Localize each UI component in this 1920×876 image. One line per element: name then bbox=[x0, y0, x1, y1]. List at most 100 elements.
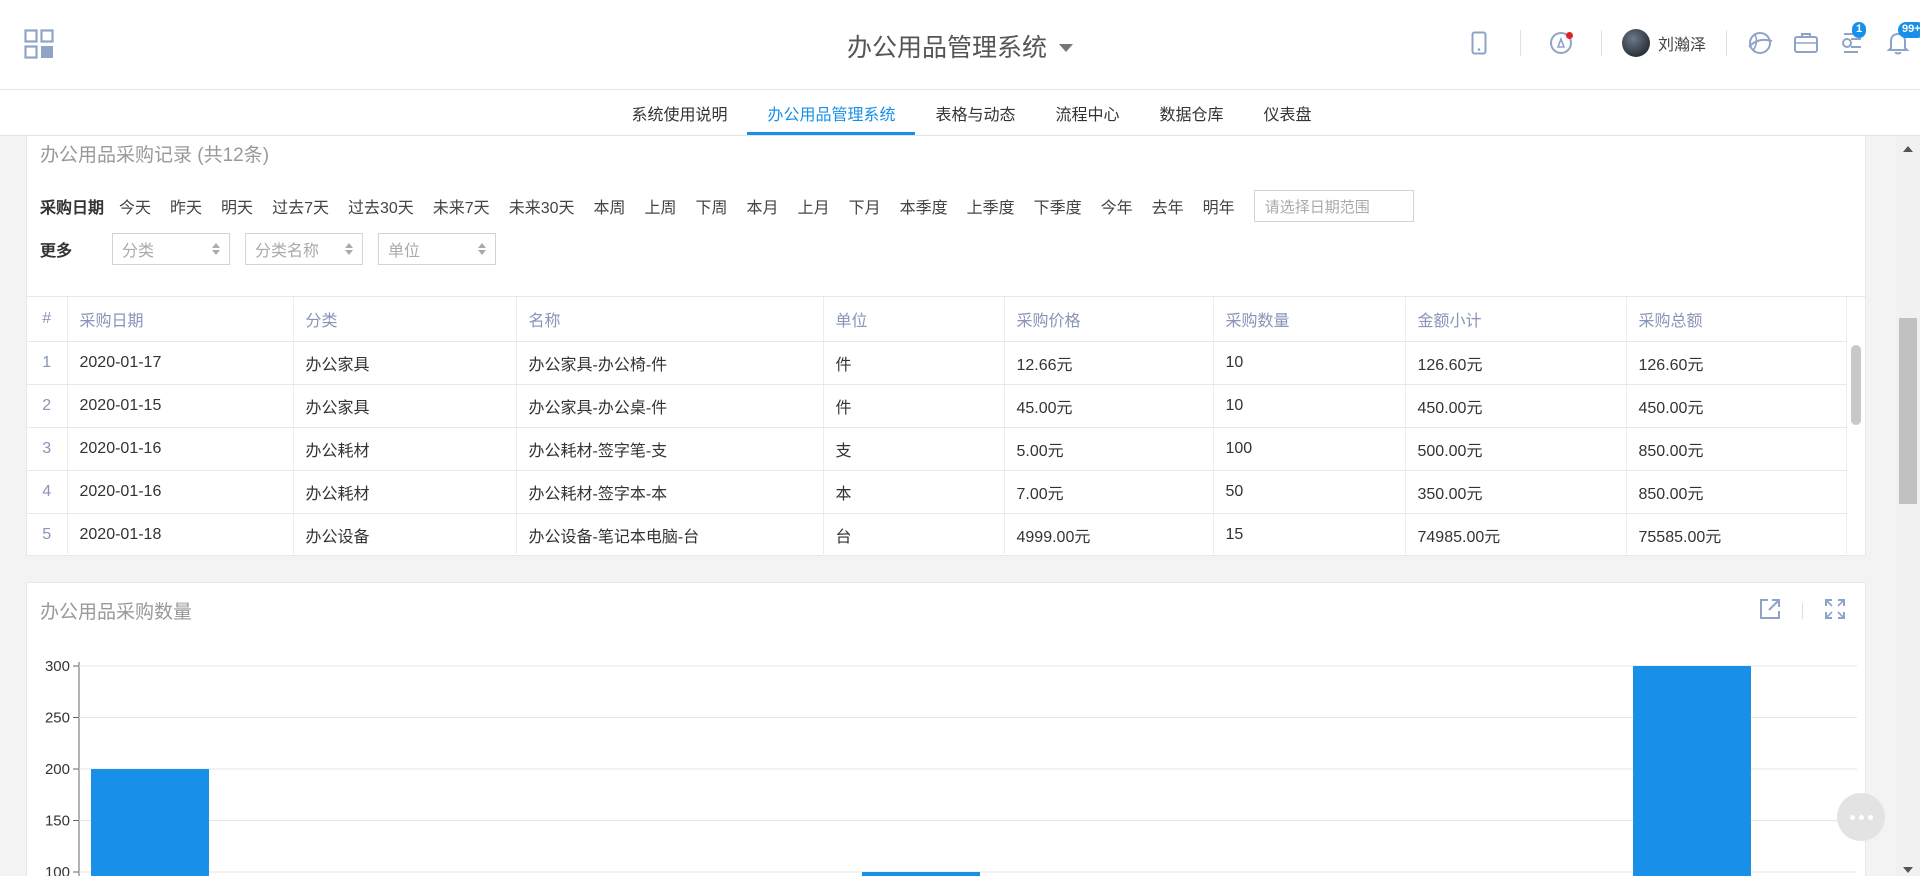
range-today[interactable]: 今天 bbox=[119, 194, 151, 218]
purchase-quantity-chart: 300 250 200 150 100 bbox=[45, 658, 1857, 876]
open-external-icon[interactable] bbox=[1758, 597, 1782, 625]
table-cell: 12.66元 bbox=[1004, 341, 1214, 385]
purchase-quantity-panel: 办公用品采购数量 300 250 200 150 100 bbox=[26, 582, 1866, 876]
scroll-up-icon[interactable] bbox=[1903, 146, 1913, 152]
nav-tabs: 系统使用说明 办公用品管理系统 表格与动态 流程中心 数据仓库 仪表盘 bbox=[611, 90, 1331, 135]
range-next-year[interactable]: 明年 bbox=[1203, 194, 1235, 218]
row-index: 5 bbox=[27, 513, 68, 554]
table-cell: 2020-01-16 bbox=[67, 427, 294, 471]
table-row[interactable]: 2 2020-01-15 办公家具 办公家具-办公桌-件 件 45.00元 10… bbox=[27, 384, 1847, 428]
column-header[interactable]: 分类 bbox=[293, 297, 517, 342]
column-header[interactable]: 采购价格 bbox=[1004, 297, 1214, 342]
range-this-week[interactable]: 本周 bbox=[594, 194, 626, 218]
row-index: 3 bbox=[27, 427, 68, 471]
column-header[interactable]: 采购总额 bbox=[1626, 297, 1847, 342]
range-next-7[interactable]: 未来7天 bbox=[433, 194, 490, 218]
notifications-badge: 99+ bbox=[1898, 22, 1920, 38]
range-past-30[interactable]: 过去30天 bbox=[348, 194, 414, 218]
column-header[interactable]: 金额小计 bbox=[1405, 297, 1627, 342]
unit-select[interactable]: 单位 bbox=[378, 233, 497, 265]
column-header[interactable]: 单位 bbox=[823, 297, 1005, 342]
table-cell: 350.00元 bbox=[1405, 470, 1627, 514]
range-next-quarter[interactable]: 下季度 bbox=[1034, 194, 1082, 218]
range-last-year[interactable]: 去年 bbox=[1152, 194, 1184, 218]
tab-dashboard[interactable]: 仪表盘 bbox=[1244, 90, 1332, 135]
table-cell: 本 bbox=[823, 470, 1005, 514]
records-table-container[interactable]: # 采购日期 分类 名称 单位 采购价格 采购数量 金额小计 采购总额 1 20… bbox=[27, 296, 1865, 554]
table-cell: 15 bbox=[1213, 513, 1406, 554]
avatar bbox=[1622, 29, 1650, 57]
scroll-down-icon[interactable] bbox=[1903, 867, 1913, 873]
table-row[interactable]: 4 2020-01-16 办公耗材 办公耗材-签字本-本 本 7.00元 50 … bbox=[27, 470, 1847, 514]
tab-workflow[interactable]: 流程中心 bbox=[1036, 90, 1140, 135]
table-cell: 500.00元 bbox=[1405, 427, 1627, 471]
table-cell: 办公设备-笔记本电脑-台 bbox=[516, 513, 824, 554]
date-filter-row: 采购日期 今天 昨天 明天 过去7天 过去30天 未来7天 未来30天 本周 上… bbox=[40, 190, 1414, 222]
table-cell: 10 bbox=[1213, 384, 1406, 428]
tab-guide[interactable]: 系统使用说明 bbox=[611, 90, 747, 135]
dot-icon bbox=[1849, 814, 1855, 820]
page-scrollbar-thumb[interactable] bbox=[1899, 318, 1917, 504]
range-this-year[interactable]: 今年 bbox=[1101, 194, 1133, 218]
table-cell: 办公家具 bbox=[293, 384, 517, 428]
range-last-month[interactable]: 上月 bbox=[798, 194, 830, 218]
table-cell: 办公家具-办公椅-件 bbox=[516, 341, 824, 385]
table-cell: 办公耗材 bbox=[293, 470, 517, 514]
table-row[interactable]: 3 2020-01-16 办公耗材 办公耗材-签字笔-支 支 5.00元 100… bbox=[27, 427, 1847, 471]
category-name-select[interactable]: 分类名称 bbox=[245, 233, 364, 265]
range-past-7[interactable]: 过去7天 bbox=[272, 194, 329, 218]
category-select-placeholder: 分类 bbox=[122, 243, 155, 260]
table-cell: 2020-01-18 bbox=[67, 513, 294, 554]
table-row[interactable]: 1 2020-01-17 办公家具 办公家具-办公椅-件 件 12.66元 10… bbox=[27, 341, 1847, 385]
earth-icon[interactable] bbox=[1745, 28, 1775, 58]
more-actions-button[interactable] bbox=[1837, 793, 1885, 841]
chart-bar[interactable] bbox=[862, 872, 980, 876]
range-last-week[interactable]: 上周 bbox=[645, 194, 677, 218]
table-cell: 100 bbox=[1213, 427, 1406, 471]
range-yesterday[interactable]: 昨天 bbox=[170, 194, 202, 218]
table-cell: 126.60元 bbox=[1626, 341, 1847, 385]
tasks-icon[interactable]: 1 bbox=[1837, 22, 1867, 58]
bell-icon[interactable]: 99+ bbox=[1883, 22, 1920, 58]
table-cell: 4999.00元 bbox=[1004, 513, 1214, 554]
table-cell: 办公家具-办公桌-件 bbox=[516, 384, 824, 428]
table-cell: 850.00元 bbox=[1626, 427, 1847, 471]
range-this-month[interactable]: 本月 bbox=[747, 194, 779, 218]
tab-office-supplies[interactable]: 办公用品管理系统 bbox=[747, 90, 916, 135]
app-header: 办公用品管理系统 刘瀚泽 1 99+ bbox=[0, 0, 1920, 90]
date-filter-label: 采购日期 bbox=[40, 200, 105, 217]
column-header[interactable]: 名称 bbox=[516, 297, 824, 342]
date-range-input[interactable]: 请选择日期范围 bbox=[1253, 190, 1414, 222]
column-header: # bbox=[27, 297, 68, 342]
y-tick-label: 150 bbox=[45, 813, 70, 830]
compass-icon[interactable] bbox=[1546, 28, 1576, 58]
chart-bar[interactable] bbox=[1633, 666, 1751, 876]
range-next-month[interactable]: 下月 bbox=[849, 194, 881, 218]
range-next-week[interactable]: 下周 bbox=[696, 194, 728, 218]
row-index: 1 bbox=[27, 341, 68, 385]
table-cell: 支 bbox=[823, 427, 1005, 471]
column-header[interactable]: 采购日期 bbox=[67, 297, 294, 342]
header-tools: 刘瀚泽 1 99+ bbox=[1464, 22, 1920, 59]
tab-tables-feed[interactable]: 表格与动态 bbox=[915, 90, 1035, 135]
y-tick-label: 250 bbox=[45, 710, 70, 727]
range-tomorrow[interactable]: 明天 bbox=[221, 194, 253, 218]
category-select[interactable]: 分类 bbox=[112, 233, 231, 265]
range-last-quarter[interactable]: 上季度 bbox=[967, 194, 1015, 218]
unit-select-placeholder: 单位 bbox=[388, 243, 421, 260]
column-header[interactable]: 采购数量 bbox=[1213, 297, 1406, 342]
page-scrollbar[interactable] bbox=[1896, 136, 1920, 876]
range-next-30[interactable]: 未来30天 bbox=[509, 194, 575, 218]
chart-bar[interactable] bbox=[91, 769, 209, 876]
user-menu[interactable]: 刘瀚泽 bbox=[1622, 29, 1706, 57]
table-cell: 件 bbox=[823, 384, 1005, 428]
tab-data-warehouse[interactable]: 数据仓库 bbox=[1140, 90, 1244, 135]
range-this-quarter[interactable]: 本季度 bbox=[900, 194, 948, 218]
mobile-icon[interactable] bbox=[1464, 28, 1494, 58]
table-row[interactable]: 5 2020-01-18 办公设备 办公设备-笔记本电脑-台 台 4999.00… bbox=[27, 513, 1847, 554]
table-scrollbar-thumb[interactable] bbox=[1851, 345, 1861, 425]
main-nav: 系统使用说明 办公用品管理系统 表格与动态 流程中心 数据仓库 仪表盘 bbox=[0, 90, 1920, 136]
fullscreen-icon[interactable] bbox=[1823, 597, 1847, 625]
app-switcher[interactable]: 办公用品管理系统 bbox=[847, 28, 1073, 64]
briefcase-icon[interactable] bbox=[1791, 28, 1821, 58]
